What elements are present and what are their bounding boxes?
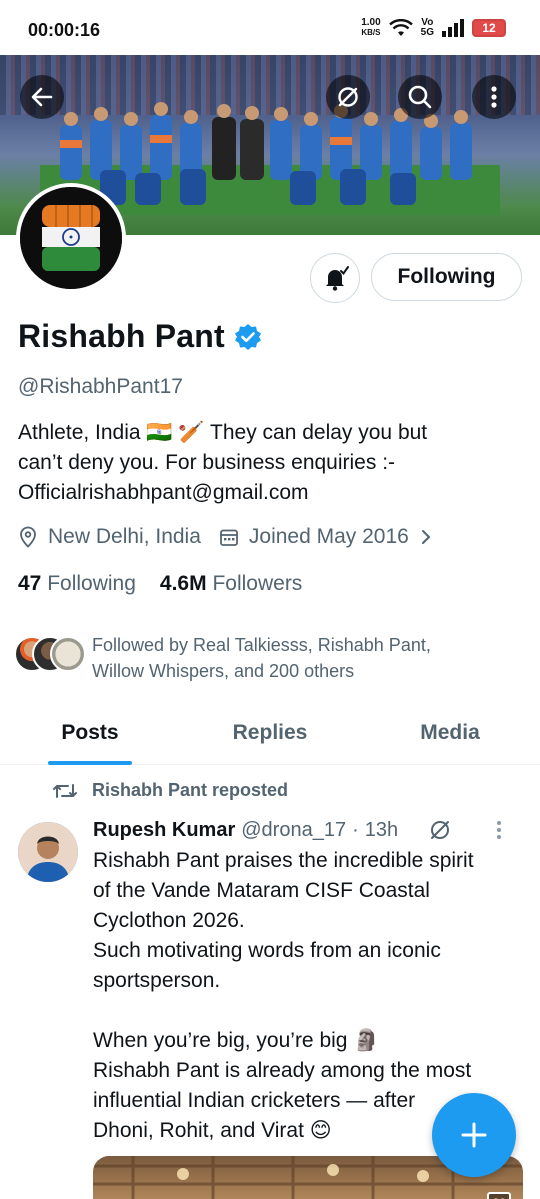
- post-time[interactable]: 13h: [365, 819, 398, 842]
- grok-button[interactable]: [326, 75, 370, 119]
- mutual-avatars: [14, 636, 86, 676]
- grok-icon[interactable]: [428, 818, 452, 842]
- compose-post-button[interactable]: [432, 1093, 516, 1177]
- captions-badge[interactable]: CC: [487, 1192, 511, 1199]
- post-separator: ·: [352, 818, 359, 841]
- status-bar: 00:00:16 1.00 KB/S Vo 5G 12: [0, 0, 540, 55]
- tab-posts[interactable]: Posts: [0, 705, 180, 765]
- post-text-line: Cyclothon 2026.: [93, 909, 245, 932]
- search-icon: [408, 85, 432, 109]
- repost-icon: [53, 783, 77, 798]
- network-label-bottom: 5G: [420, 27, 434, 38]
- followed-by-text: Followed by Real Talkiesss, Rishabh Pant…: [92, 632, 512, 684]
- post-text-line: [93, 996, 523, 1026]
- grok-icon: [338, 87, 358, 107]
- wifi-icon: [388, 19, 413, 36]
- followed-by-line: Willow Whispers, and 200 others: [92, 661, 355, 681]
- followed-by-line: Followed by Real Talkiesss, Rishabh Pant…: [92, 635, 431, 655]
- post-text-line: Rishabh Pant is already among the most: [93, 1059, 472, 1082]
- following-button[interactable]: Following: [371, 253, 522, 301]
- network-speed-value: 1.00: [361, 17, 381, 28]
- post-header: Rupesh Kumar @drona_17 · 13h: [93, 818, 523, 842]
- following-count: 47: [18, 572, 42, 595]
- profile-tabs: Posts Replies Media: [0, 705, 540, 765]
- profile-joined[interactable]: Joined May 2016: [219, 525, 433, 549]
- post-text-line: Such motivating words from an iconic: [93, 939, 441, 962]
- followers-count: 4.6M: [159, 572, 207, 595]
- post-text-line: When you’re big, you’re big 🗿: [93, 1029, 380, 1052]
- chevron-right-icon: [421, 530, 431, 544]
- profile-avatar[interactable]: [16, 183, 126, 293]
- network-speed-unit: KB/S: [361, 28, 381, 37]
- battery-icon: 12: [472, 19, 506, 37]
- post-author-name[interactable]: Rupesh Kumar: [93, 819, 235, 842]
- status-time: 00:00:16: [28, 20, 101, 40]
- notifications-button[interactable]: [310, 253, 360, 303]
- battery-level: 12: [482, 21, 496, 35]
- post-author-avatar[interactable]: [18, 822, 78, 882]
- more-vertical-icon: [491, 86, 497, 108]
- avatar-fist-flag-image: [20, 187, 122, 289]
- bio-email-link[interactable]: Officialrishabhpant@gmail.com: [18, 478, 518, 508]
- profile-handle: @RishabhPant17: [18, 375, 183, 398]
- back-button[interactable]: [20, 75, 64, 119]
- more-button[interactable]: [472, 75, 516, 119]
- more-vertical-icon[interactable]: [494, 818, 504, 842]
- tab-label: Posts: [61, 721, 119, 744]
- bell-check-icon: [326, 266, 349, 291]
- post-text-line: of the Vande Mataram CISF Coastal: [93, 879, 430, 902]
- profile-location: New Delhi, India: [18, 525, 201, 549]
- followers-you-know[interactable]: Followed by Real Talkiesss, Rishabh Pant…: [14, 632, 512, 684]
- avatar: [50, 636, 86, 672]
- followers-label: Followers: [212, 572, 303, 595]
- following-label: Following: [47, 572, 136, 595]
- status-icons: 1.00 KB/S Vo 5G 12: [361, 18, 506, 38]
- plus-icon: [461, 1122, 487, 1148]
- bio-line: Athlete, India 🇮🇳 🏏 They can delay you b…: [18, 421, 428, 444]
- author-photo: [18, 822, 78, 882]
- post-text-line: Rishabh Pant praises the incredible spir…: [93, 849, 474, 872]
- joined-text: Joined May 2016: [248, 525, 409, 548]
- repost-label: Rishabh Pant reposted: [92, 780, 289, 800]
- verified-badge-icon[interactable]: [233, 322, 263, 352]
- profile-bio: Athlete, India 🇮🇳 🏏 They can delay you b…: [18, 418, 518, 508]
- tab-media[interactable]: Media: [360, 705, 540, 764]
- back-arrow-icon: [31, 87, 53, 107]
- location-text: New Delhi, India: [48, 525, 201, 548]
- post-author-handle[interactable]: @drona_17: [241, 819, 346, 842]
- post-text-line: sportsperson.: [93, 969, 221, 992]
- signal-icon: [442, 19, 464, 37]
- profile-name: Rishabh Pant: [18, 318, 225, 354]
- location-pin-icon: [20, 526, 36, 548]
- profile-meta: New Delhi, India Joined May 2016: [18, 525, 451, 549]
- followers-count-link[interactable]: 4.6M Followers: [160, 572, 302, 596]
- network-speed: 1.00 KB/S: [361, 18, 380, 38]
- active-tab-indicator: [48, 761, 132, 765]
- profile-counts: 47 Following 4.6M Followers: [18, 572, 302, 596]
- tab-replies[interactable]: Replies: [180, 705, 360, 764]
- tab-label: Replies: [232, 721, 308, 744]
- bio-line: can’t deny you. For business enquiries :…: [18, 451, 396, 474]
- calendar-icon: [220, 529, 238, 546]
- network-type: Vo 5G: [421, 18, 434, 38]
- following-count-link[interactable]: 47 Following: [18, 572, 136, 596]
- repost-indicator[interactable]: Rishabh Pant reposted: [52, 780, 288, 801]
- search-button[interactable]: [398, 75, 442, 119]
- profile-name-row: Rishabh Pant: [18, 318, 263, 355]
- tab-label: Media: [420, 721, 480, 744]
